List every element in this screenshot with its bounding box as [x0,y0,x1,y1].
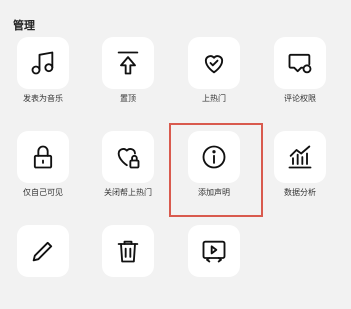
embed-item[interactable] [176,225,256,309]
analytics-chart-icon [288,145,312,169]
comment-settings-icon [288,53,312,74]
info-icon [202,145,226,169]
heart-boost-icon [204,55,224,74]
disable-hot-item[interactable]: 关闭帮上热门 [90,131,170,215]
embed-tile[interactable] [188,225,240,277]
hot-label: 上热门 [202,94,226,103]
pin-top-label: 置顶 [120,94,136,103]
music-label: 发表为音乐 [23,94,63,103]
add-statement-item[interactable]: 添加声明 [176,131,256,215]
analytics-label: 数据分析 [284,188,316,197]
heart-lock-icon [117,148,140,169]
add-statement-tile[interactable] [188,131,240,183]
delete-item[interactable] [90,225,170,309]
comment-perm-tile[interactable] [274,37,326,89]
comment-perm-label: 评论权限 [284,94,316,103]
lock-icon [33,145,53,169]
disable-hot-tile[interactable] [102,131,154,183]
edit-tile[interactable] [17,225,69,277]
analytics-item[interactable]: 数据分析 [262,131,342,215]
private-tile[interactable] [17,131,69,183]
edit-item[interactable] [5,225,85,309]
pin-top-icon [117,51,139,75]
private-item[interactable]: 仅自己可见 [5,131,85,215]
pin-top-item[interactable]: 置顶 [90,37,170,121]
hot-tile[interactable] [188,37,240,89]
pin-top-tile[interactable] [102,37,154,89]
pencil-icon [32,241,53,262]
hot-item[interactable]: 上热门 [176,37,256,121]
add-statement-label: 添加声明 [198,188,230,197]
delete-tile[interactable] [102,225,154,277]
video-code-icon [202,240,226,263]
section-title: 管理 [13,19,35,32]
disable-hot-label: 关闭帮上热门 [104,188,152,197]
analytics-tile[interactable] [274,131,326,183]
music-item[interactable]: 发表为音乐 [5,37,85,121]
music-note-icon [31,51,54,75]
comment-perm-item[interactable]: 评论权限 [262,37,342,121]
music-tile[interactable] [17,37,69,89]
private-label: 仅自己可见 [23,188,63,197]
trash-icon [117,240,139,263]
